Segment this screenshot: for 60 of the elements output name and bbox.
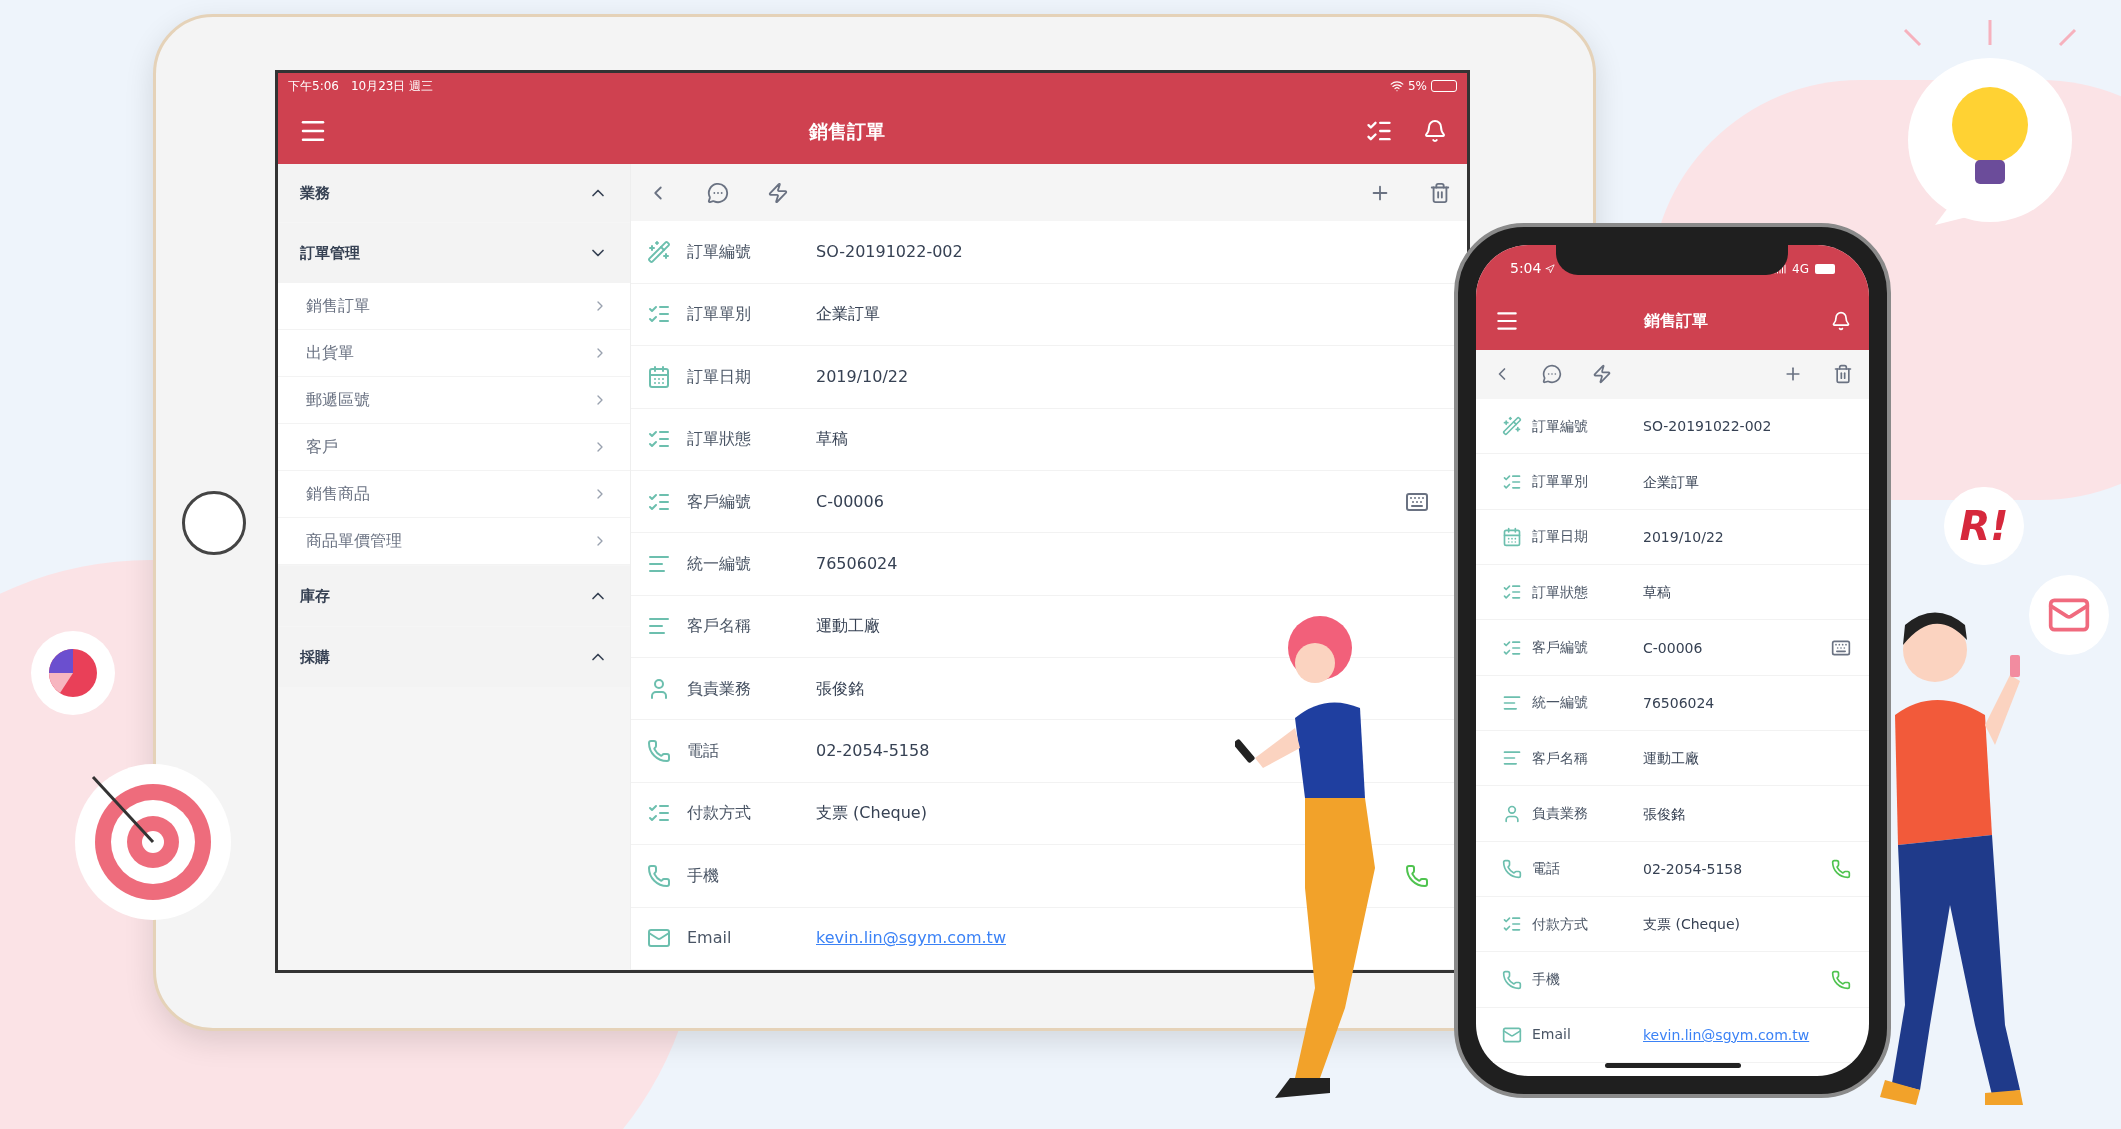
field-label: 客戶編號 xyxy=(687,490,752,513)
field-label: 訂單狀態 xyxy=(687,428,752,451)
page-title: 銷售訂單 xyxy=(808,118,885,144)
field-value: 草稿 xyxy=(816,429,848,449)
field-label: 客戶名稱 xyxy=(1532,748,1589,768)
sidebar-item[interactable]: 郵遞區號 xyxy=(278,377,630,424)
field-value: C-00006 xyxy=(816,491,884,511)
sidebar-item[interactable]: 客戶 xyxy=(278,424,630,471)
field-value: 支票 (Cheque) xyxy=(1643,916,1740,933)
field-label: 訂單狀態 xyxy=(1532,582,1589,602)
field-value: 企業訂單 xyxy=(816,304,880,324)
field-value: 02-2054-5158 xyxy=(1643,860,1743,877)
field-value: C-00006 xyxy=(1643,639,1703,656)
sidebar-item[interactable]: 出貨單 xyxy=(278,330,630,377)
sidebar-item[interactable]: 銷售商品 xyxy=(278,471,630,518)
field-label: 負責業務 xyxy=(687,677,752,700)
field-value: 張俊銘 xyxy=(1643,805,1685,822)
field-label: Email xyxy=(687,927,733,950)
field-label: 訂單單別 xyxy=(1532,472,1589,492)
field-value: 2019/10/22 xyxy=(1643,528,1724,545)
alert-badge: R! xyxy=(1944,487,2024,565)
field-value: SO-20191022-002 xyxy=(816,242,963,262)
field-value: 支票 (Cheque) xyxy=(816,803,927,823)
status-time: 5:04 xyxy=(1510,259,1542,279)
status-time: 下午5:06 xyxy=(288,77,339,95)
sidebar-item[interactable]: 銷售訂單 xyxy=(278,283,630,330)
field-value: 運動工廠 xyxy=(816,616,880,636)
status-date: 10月23日 週三 xyxy=(350,77,434,95)
field-label: 電話 xyxy=(1532,859,1561,879)
field-label: 負責業務 xyxy=(1532,804,1589,824)
field-label: 付款方式 xyxy=(687,802,752,825)
sidebar-item[interactable]: 商品單價管理 xyxy=(278,518,630,565)
field-label: 統一編號 xyxy=(687,553,752,575)
page-title: 銷售訂單 xyxy=(1643,310,1708,333)
field-label: 手機 xyxy=(1532,970,1561,990)
field-value: 76506024 xyxy=(1643,694,1715,711)
field-label: Email xyxy=(1532,1025,1572,1045)
field-value: 運動工廠 xyxy=(1643,750,1699,767)
field-label: 訂單日期 xyxy=(1532,527,1589,547)
battery-percent: 5% xyxy=(1407,77,1427,95)
field-value: 76506024 xyxy=(816,554,898,573)
field-label: 訂單編號 xyxy=(1532,416,1589,436)
field-label: 訂單單別 xyxy=(687,303,752,326)
field-value: 草稿 xyxy=(1643,584,1671,601)
field-label: 付款方式 xyxy=(1532,914,1589,934)
email-link[interactable]: kevin.lin@sgym.com.tw xyxy=(816,928,1006,948)
field-value: 02-2054-5158 xyxy=(816,741,930,761)
field-label: 訂單日期 xyxy=(687,365,752,388)
network-label: 4G xyxy=(1792,260,1809,278)
field-label: 電話 xyxy=(687,740,720,763)
field-label: 客戶編號 xyxy=(1532,638,1589,658)
email-link[interactable]: kevin.lin@sgym.com.tw xyxy=(1643,1026,1810,1043)
field-value: 2019/10/22 xyxy=(816,366,909,386)
field-label: 客戶名稱 xyxy=(687,615,752,638)
field-label: 手機 xyxy=(687,864,720,887)
field-value: SO-20191022-002 xyxy=(1643,418,1772,435)
field-label: 統一編號 xyxy=(1532,693,1589,713)
field-label: 訂單編號 xyxy=(687,241,752,264)
field-value: 張俊銘 xyxy=(816,678,864,698)
field-value: 企業訂單 xyxy=(1643,473,1699,490)
